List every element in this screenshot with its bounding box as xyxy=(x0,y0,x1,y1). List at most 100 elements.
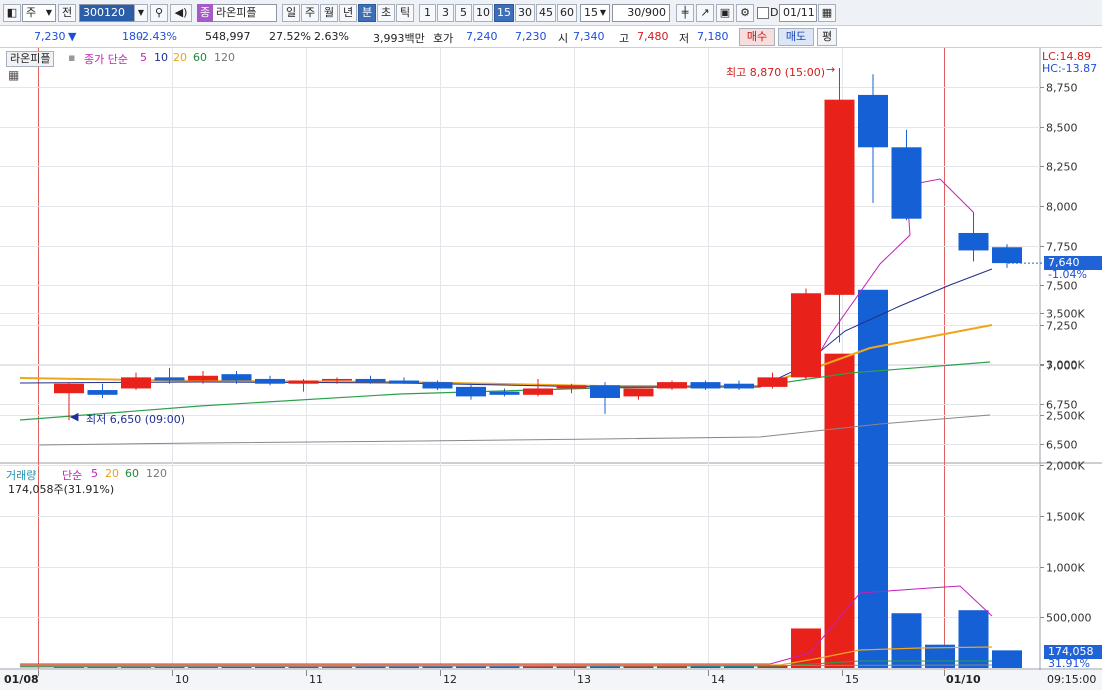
stock-type-chip: 종 xyxy=(197,4,213,22)
period-year-button[interactable]: 년 xyxy=(339,4,357,22)
table-grid-icon[interactable]: ▦ xyxy=(8,68,19,82)
period-day-button[interactable]: 일 xyxy=(282,4,300,22)
volume-bar xyxy=(958,610,989,668)
buy-button[interactable]: 매수 xyxy=(739,28,775,46)
period-month-button[interactable]: 월 xyxy=(320,4,338,22)
min-annotation: 최저 6,650 (09:00) xyxy=(86,413,186,426)
candle-body xyxy=(858,94,888,148)
ma60-label: 60 xyxy=(193,51,207,64)
volume-tick-label: 2,000K xyxy=(1046,460,1085,473)
candle-body xyxy=(992,247,1022,264)
turnover-pct: 27.52% xyxy=(269,30,311,43)
eval-button[interactable]: 평 xyxy=(817,28,837,46)
volume-tick-label: 2,500K xyxy=(1046,410,1085,423)
arrow-right-icon: → xyxy=(826,63,836,76)
line-draw-icon[interactable]: ↗ xyxy=(696,4,714,22)
high-label: 고 xyxy=(619,32,630,45)
x-label-12: 12 xyxy=(443,673,457,686)
volume-bar xyxy=(824,353,855,668)
candle-body xyxy=(891,147,922,219)
volume-summary: 174,058주(31.91%) xyxy=(8,483,115,496)
bar-count-input[interactable]: 30/900 xyxy=(612,4,670,22)
save-icon[interactable]: ▣ xyxy=(716,4,734,22)
volume-bar xyxy=(891,613,922,668)
stock-chart-window: ◧ 주 ▼ 전 300120 ▼ ⚲ ◀) 종 라온피플 일 주 월 년 분 초 … xyxy=(0,0,1102,690)
volume-tick-label: 1,500K xyxy=(1046,511,1085,524)
vol-ma120-label: 120 xyxy=(146,467,167,480)
period-week-button[interactable]: 주 xyxy=(301,4,319,22)
date-input[interactable]: 01/11 xyxy=(779,4,817,22)
quote-bar: 7,230 ▼ 180 -2.43% 548,997 27.52% 2.63% … xyxy=(0,26,1102,48)
layout-icon[interactable]: ◧ xyxy=(3,4,21,22)
price-legend-name[interactable]: 라온피플 xyxy=(6,51,55,67)
vol-ma5-label: 5 xyxy=(91,467,98,480)
candle-body xyxy=(389,380,419,384)
x-label-10: 10 xyxy=(175,673,189,686)
stock-code-input[interactable]: 300120 xyxy=(79,4,135,22)
volume-tick-label: 500,000 xyxy=(1046,612,1092,625)
interval-45-button[interactable]: 45 xyxy=(536,4,556,22)
current-volume-pct: 31.91% xyxy=(1048,657,1090,670)
candle-body xyxy=(724,383,754,389)
interval-3-button[interactable]: 3 xyxy=(437,4,454,22)
vol-ma20-label: 20 xyxy=(105,467,119,480)
other-pct: 2.63% xyxy=(314,30,349,43)
high-price: 7,480 xyxy=(637,30,669,43)
x-axis-band xyxy=(0,670,1102,690)
ma20-label: 20 xyxy=(173,51,187,64)
checkbox-label: D xyxy=(770,6,779,19)
period-tick-button[interactable]: 틱 xyxy=(396,4,414,22)
candle-body xyxy=(690,382,721,389)
chevron-down-icon: ▼ xyxy=(599,8,606,17)
sell-button[interactable]: 매도 xyxy=(778,28,814,46)
candle-body xyxy=(221,374,252,381)
x-label-14: 14 xyxy=(711,673,725,686)
top-toolbar: ◧ 주 ▼ 전 300120 ▼ ⚲ ◀) 종 라온피플 일 주 월 년 분 초 … xyxy=(0,0,1102,26)
interval-30-button[interactable]: 30 xyxy=(515,4,535,22)
open-price: 7,340 xyxy=(573,30,605,43)
legend-square-icon: ▪ xyxy=(68,51,76,64)
interval-15-button[interactable]: 15 xyxy=(494,4,514,22)
price-tick-label: 6,500 xyxy=(1046,439,1078,452)
prev-button[interactable]: 전 xyxy=(58,4,76,22)
volume-tick-label: 3,000K xyxy=(1046,359,1085,372)
market-select-value: 주 xyxy=(26,6,37,19)
candle-body xyxy=(958,232,989,251)
low-price: 7,180 xyxy=(697,30,729,43)
candle-body xyxy=(87,390,118,395)
open-label: 시 xyxy=(558,32,569,45)
interval-10-button[interactable]: 10 xyxy=(473,4,493,22)
calendar-icon[interactable]: ▦ xyxy=(818,4,836,22)
x-label-0110: 01/10 xyxy=(946,673,981,686)
period-minute-button[interactable]: 분 xyxy=(358,4,376,22)
price-change-pct: -2.43% xyxy=(138,30,177,43)
x-label-11: 11 xyxy=(309,673,323,686)
candle-body xyxy=(121,377,151,389)
volume-tick-label: 1,000K xyxy=(1046,562,1085,575)
chart-area[interactable]: 6,500 6,750 7,000 7,250 7,500 7,750 8,000 8,250… xyxy=(0,48,1102,690)
market-select[interactable]: 주 ▼ xyxy=(22,4,56,22)
interval-value: 15 xyxy=(584,6,598,19)
chevron-down-icon: ▼ xyxy=(45,8,52,17)
candle-body xyxy=(188,375,218,381)
interval-value-input[interactable]: 15 ▼ xyxy=(580,4,610,22)
date-checkbox[interactable] xyxy=(757,7,769,19)
interval-5-button[interactable]: 5 xyxy=(455,4,472,22)
candle-body xyxy=(255,378,285,384)
period-second-button[interactable]: 초 xyxy=(377,4,395,22)
bid-price: 7,230 xyxy=(515,30,547,43)
interval-60-button[interactable]: 60 xyxy=(557,4,577,22)
gear-icon[interactable]: ⚙ xyxy=(736,4,754,22)
interval-1-button[interactable]: 1 xyxy=(419,4,436,22)
candle-type-icon[interactable]: ╪ xyxy=(676,4,694,22)
chevron-down-icon[interactable]: ▼ xyxy=(134,4,148,22)
volume-tick-label: 3,500K xyxy=(1046,308,1085,321)
ma120-label: 120 xyxy=(214,51,235,64)
speaker-icon[interactable]: ◀) xyxy=(170,4,192,22)
stock-name-field[interactable]: 라온피플 xyxy=(213,4,277,22)
volume-bar xyxy=(992,650,1022,668)
search-icon[interactable]: ⚲ xyxy=(150,4,168,22)
ask-price: 7,240 xyxy=(466,30,498,43)
chart-canvas[interactable]: 6,5006,7507,0007,2507,5007,7508,0008,250… xyxy=(0,48,1102,690)
candle-body xyxy=(456,386,486,397)
